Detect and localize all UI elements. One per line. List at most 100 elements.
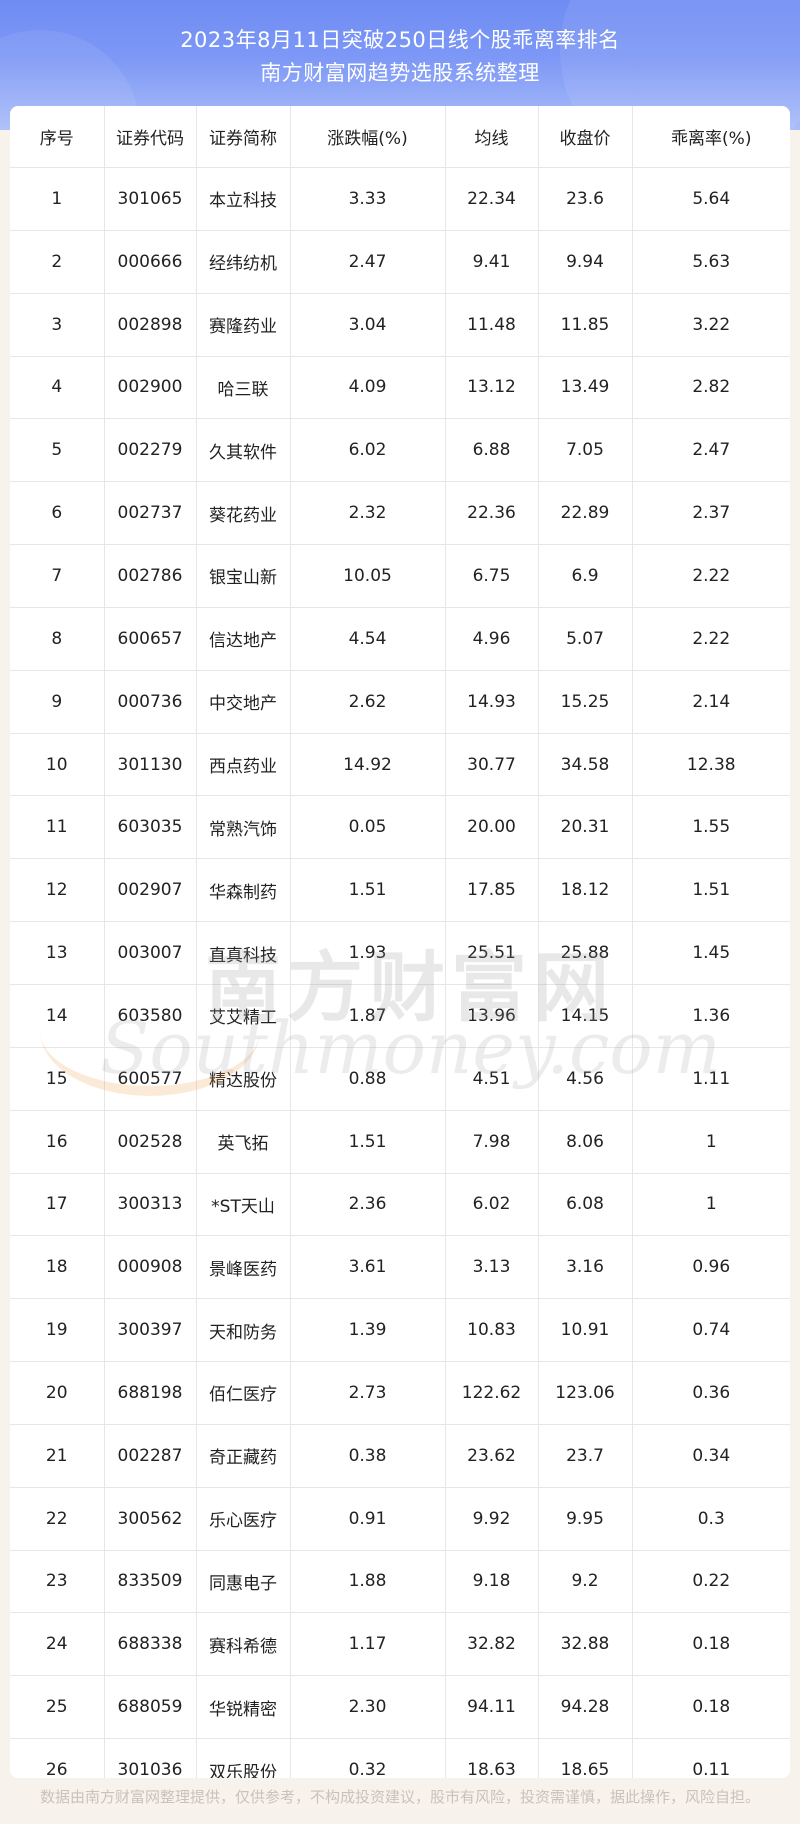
table-cell: 4.56 [538,1047,633,1111]
table-cell: 14.15 [538,984,633,1048]
table-cell: 2.62 [290,670,446,734]
table-cell: 15 [10,1047,105,1111]
table-cell: 9.95 [538,1487,633,1551]
table-cell: 奇正藏药 [196,1424,291,1488]
page-title: 2023年8月11日突破250日线个股乖离率排名 [180,28,620,52]
table-cell: 9.2 [538,1550,633,1614]
table-cell: 1 [632,1110,790,1174]
table-cell: 0.96 [632,1235,790,1300]
table-row: 1 301065 本立科技 3.33 22.34 23.6 5.64 [10,167,790,231]
table-cell: 25.88 [538,921,633,985]
table-cell: 17 [10,1173,105,1237]
table-row: 16 002528 英飞拓 1.51 7.98 8.06 1 [10,1110,790,1174]
table-cell: 0.05 [290,795,446,860]
table-cell: 833509 [104,1550,197,1614]
table-cell: 13.96 [445,984,539,1048]
table-row: 20 688198 佰仁医疗 2.73 122.62 123.06 0.36 [10,1361,790,1425]
table-cell: 1.36 [632,984,790,1048]
table-cell: 4.09 [290,356,446,420]
table-cell: 3.61 [290,1235,446,1300]
table-cell: 0.18 [632,1675,790,1740]
table-cell: 6.02 [445,1173,539,1237]
table-cell: 1 [632,1173,790,1237]
table-row: 17 300313 *ST天山 2.36 6.02 6.08 1 [10,1173,790,1237]
table-cell: 25 [10,1675,105,1740]
table-cell: 20.00 [445,795,539,860]
table-cell: 3.16 [538,1235,633,1300]
table-cell: 002898 [104,293,197,357]
table-row: 18 000908 景峰医药 3.61 3.13 3.16 0.96 [10,1235,790,1300]
table-cell: 1.11 [632,1047,790,1111]
table-cell: 300562 [104,1487,197,1551]
table-cell: 000908 [104,1235,197,1300]
table-cell: 24 [10,1612,105,1677]
table-cell: *ST天山 [196,1173,291,1237]
table-cell: 11 [10,795,105,860]
table-cell: 2.30 [290,1675,446,1740]
table-card: 序号 证券代码 证券简称 涨跌幅(%) 均线 收盘价 乖离率(%) 1 301065 本立科技 3… [10,106,790,1778]
table-cell: 1.55 [632,795,790,860]
table-cell: 0.18 [632,1612,790,1677]
table-cell: 2.37 [632,481,790,546]
column-header: 收盘价 [538,106,633,168]
table-cell: 0.22 [632,1550,790,1614]
table-cell: 22.89 [538,481,633,546]
table-cell: 8.06 [538,1110,633,1174]
table-cell: 3.33 [290,167,446,231]
table-cell: 乐心医疗 [196,1487,291,1551]
column-header: 序号 [10,106,105,168]
table-cell: 1.51 [632,858,790,923]
table-cell: 603580 [104,984,197,1048]
table-cell: 中交地产 [196,670,291,734]
table-cell: 12.38 [632,733,790,797]
table-cell: 11.48 [445,293,539,357]
table-cell: 4.96 [445,607,539,671]
table-cell: 1.87 [290,984,446,1048]
table-cell: 13 [10,921,105,985]
table-cell: 艾艾精工 [196,984,291,1048]
table-cell: 3.22 [632,293,790,357]
table-cell: 14.92 [290,733,446,797]
table-cell: 15.25 [538,670,633,734]
table-cell: 000666 [104,230,197,294]
table-cell: 2.36 [290,1173,446,1237]
table-cell: 6.88 [445,418,539,483]
table-cell: 2.47 [632,418,790,483]
table-cell: 哈三联 [196,356,291,420]
table-cell: 18.12 [538,858,633,923]
table-row: 10 301130 西点药业 14.92 30.77 34.58 12.38 [10,733,790,797]
table-cell: 002528 [104,1110,197,1174]
table-cell: 002786 [104,544,197,608]
table-cell: 32.82 [445,1612,539,1677]
table-body: 1 301065 本立科技 3.33 22.34 23.6 5.64 2 000666 经纬纺机 2… [10,167,790,1778]
table-cell: 3.13 [445,1235,539,1300]
table-row: 12 002907 华森制药 1.51 17.85 18.12 1.51 [10,858,790,923]
table-cell: 9.92 [445,1487,539,1551]
column-header: 证券代码 [104,106,197,168]
table-cell: 14 [10,984,105,1048]
table-row: 25 688059 华锐精密 2.30 94.11 94.28 0.18 [10,1675,790,1740]
table-cell: 经纬纺机 [196,230,291,294]
table-row: 9 000736 中交地产 2.62 14.93 15.25 2.14 [10,670,790,734]
table-cell: 0.74 [632,1298,790,1363]
table-cell: 11.85 [538,293,633,357]
table-cell: 17.85 [445,858,539,923]
table-cell: 30.77 [445,733,539,797]
table-row: 11 603035 常熟汽饰 0.05 20.00 20.31 1.55 [10,795,790,860]
table-cell: 123.06 [538,1361,633,1425]
table-cell: 000736 [104,670,197,734]
table-cell: 2.47 [290,230,446,294]
table-row: 22 300562 乐心医疗 0.91 9.92 9.95 0.3 [10,1487,790,1551]
table-cell: 0.11 [632,1738,790,1778]
table-cell: 2 [10,230,105,294]
table-cell: 精达股份 [196,1047,291,1111]
table-cell: 6 [10,481,105,546]
table-row: 26 301036 双乐股份 0.32 18.63 18.65 0.11 [10,1738,790,1778]
table-row: 3 002898 赛隆药业 3.04 11.48 11.85 3.22 [10,293,790,357]
table-cell: 301065 [104,167,197,231]
table-cell: 英飞拓 [196,1110,291,1174]
table-row: 21 002287 奇正藏药 0.38 23.62 23.7 0.34 [10,1424,790,1488]
table-cell: 1.17 [290,1612,446,1677]
table-cell: 久其软件 [196,418,291,483]
table-cell: 2.82 [632,356,790,420]
